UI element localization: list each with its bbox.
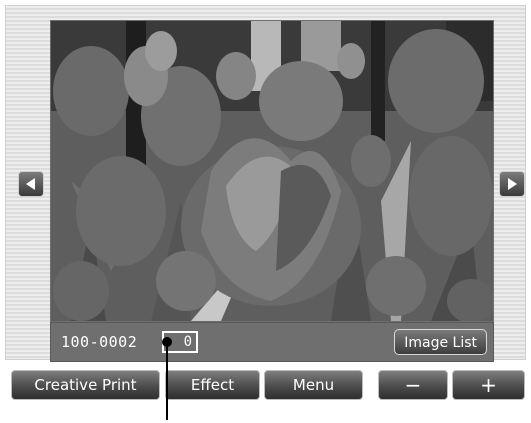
previous-image-button[interactable] [18,171,44,197]
printer-preview-screen: 100-0002 0 Image List Creative Print Eff… [0,0,531,423]
tulip-photo [51,21,493,321]
effect-button[interactable]: Effect [165,370,260,400]
creative-print-button[interactable]: Creative Print [11,370,160,400]
preview-panel: 100-0002 0 Image List [5,5,526,362]
next-image-button[interactable] [499,171,525,197]
decrease-button[interactable]: − [378,370,448,400]
image-list-button[interactable]: Image List [394,329,487,355]
menu-button[interactable]: Menu [264,370,363,400]
callout-line [166,342,168,420]
file-number: 100-0002 [61,333,138,351]
triangle-left-icon [26,178,35,190]
photo-preview [50,20,494,322]
triangle-right-icon [508,178,517,190]
image-info-bar: 100-0002 0 Image List [50,322,494,362]
increase-button[interactable]: + [452,370,525,400]
